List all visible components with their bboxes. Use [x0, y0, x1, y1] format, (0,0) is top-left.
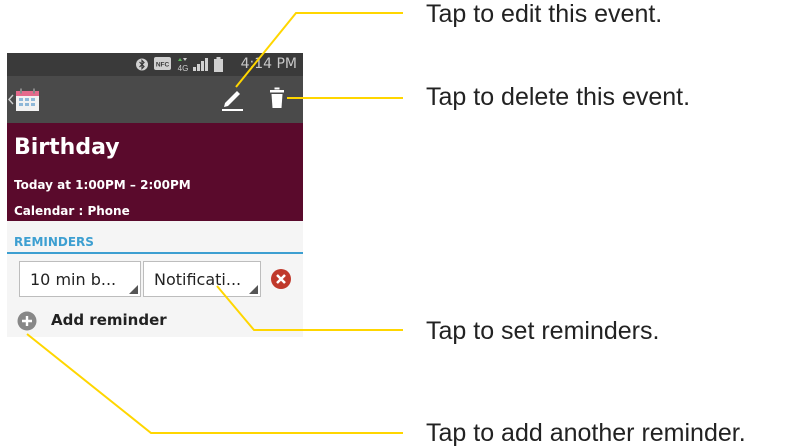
set-reminders-callout-line	[216, 285, 403, 331]
add-reminder-callout-line	[26, 333, 403, 434]
set-reminders-annotation: Tap to set reminders.	[426, 317, 660, 345]
callout-lines	[26, 12, 403, 434]
add-reminder-annotation: Tap to add another reminder.	[426, 419, 746, 447]
edit-callout-line	[235, 12, 403, 88]
edit-annotation: Tap to edit this event.	[426, 0, 663, 28]
delete-annotation: Tap to delete this event.	[426, 83, 691, 111]
